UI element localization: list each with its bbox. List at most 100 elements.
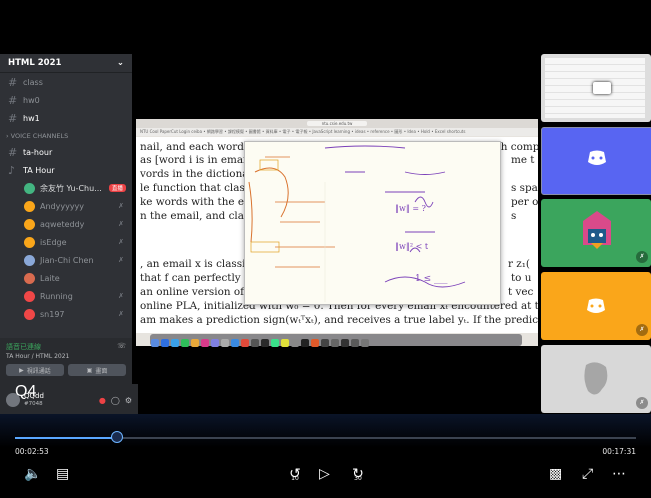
avatar-sketch-icon xyxy=(584,362,608,395)
participant-tile[interactable] xyxy=(541,127,651,195)
skip-back-label: 10 xyxy=(291,475,299,482)
screen-share-button[interactable]: ▣ 畫面 xyxy=(68,364,126,376)
paper-line: , an email x is classifie xyxy=(140,258,259,270)
paper-fragment: r z₁( xyxy=(508,258,530,270)
skip-back-button[interactable]: ↺ 10 xyxy=(285,466,305,482)
chevron-down-icon: ⌄ xyxy=(116,58,124,68)
paper-fragment: s xyxy=(511,210,517,222)
channel-hw0[interactable]: # hw0 xyxy=(0,91,132,109)
mute-icon: ✗ xyxy=(118,238,124,246)
user-tag: #7048 xyxy=(24,401,43,407)
paper-line: le function that classifi xyxy=(140,182,261,194)
avatar-house-icon xyxy=(583,211,611,249)
server-name: HTML 2021 xyxy=(8,58,62,68)
paper-line: ke words with the em xyxy=(140,196,254,208)
total-time: 00:17:31 xyxy=(602,447,636,456)
captions-icon[interactable]: ▤ xyxy=(56,466,69,482)
participant-tile[interactable] xyxy=(541,54,651,122)
video-frame: HTML 2021 ⌄ # class # hw0 # hw1 › VOICE CHA… xyxy=(0,0,651,425)
more-options-icon[interactable]: ⋯ xyxy=(612,466,626,482)
volume-icon[interactable]: 🔈 xyxy=(24,466,41,482)
play-button[interactable]: ▷ xyxy=(319,466,330,482)
voice-user[interactable]: Running ✗ xyxy=(0,287,132,305)
speaker-icon: ♪ xyxy=(8,163,16,177)
overlay-label: Q4 xyxy=(15,383,37,400)
hash-icon: # xyxy=(8,145,18,159)
miniplayer-icon[interactable]: ▩ xyxy=(549,466,562,482)
seek-progress xyxy=(15,437,118,439)
participant-tile[interactable]: ✗ xyxy=(541,199,651,267)
participant-tile[interactable]: ✗ xyxy=(541,345,651,413)
paper-fragment: s spa xyxy=(511,182,538,194)
note-eq: ‖w‖ = ? xyxy=(395,204,426,213)
paper-line: an online version of P xyxy=(140,286,255,298)
voice-location: TA Hour / HTML 2021 xyxy=(6,353,70,360)
voice-user[interactable]: sn197 ✗ xyxy=(0,305,132,323)
bookmarks-bar: NTU Cool PaperCut Login ceiba • 網路學習 • 課… xyxy=(136,128,538,136)
voice-channel-ta-hour[interactable]: ♪ TA Hour xyxy=(0,161,132,179)
macos-dock xyxy=(150,334,522,347)
avatar xyxy=(24,218,35,230)
avatar xyxy=(24,290,35,302)
seek-thumb[interactable] xyxy=(111,431,124,443)
disconnect-icon[interactable]: ☏ xyxy=(117,342,126,352)
paper-line: vords in the dictionary xyxy=(140,168,260,180)
discord-logo-icon xyxy=(588,150,606,165)
voice-connected-label: 語音已連線 xyxy=(6,343,41,351)
participant-tile[interactable]: ✗ xyxy=(541,272,651,340)
mute-icon: ✗ xyxy=(636,324,648,336)
voice-user[interactable]: Andyyyyyy ✗ xyxy=(0,197,132,215)
voice-category[interactable]: › VOICE CHANNELS xyxy=(0,129,132,143)
media-player-controls: 00:02:53 00:17:31 🔈 ▤ ↺ 10 ▷ ↻ 30 ▩ ⤢ ⋯ xyxy=(0,414,651,498)
hash-icon: # xyxy=(8,93,18,107)
mute-icon: ✗ xyxy=(118,256,124,264)
paper-line: am makes a prediction sign(wₜᵀxₜ), and r… xyxy=(140,314,538,326)
mute-icon: ✗ xyxy=(118,202,124,210)
discord-logo-icon xyxy=(587,298,605,313)
mute-icon: ✗ xyxy=(118,310,124,318)
paper-fragment: t vec xyxy=(508,286,534,298)
voice-user[interactable]: Jian-Chi Chen ✗ xyxy=(0,251,132,269)
paper-line: that f can perfectly xyxy=(140,272,241,284)
mute-icon: ✗ xyxy=(118,220,124,228)
handwriting-note[interactable]: ‖w‖ = ? ‖w‖² < t 1 ≤ ___ xyxy=(244,141,501,305)
mute-icon: ✗ xyxy=(636,397,648,409)
channel-hw1[interactable]: # hw1 xyxy=(0,109,132,127)
skip-forward-button[interactable]: ↻ 30 xyxy=(348,466,368,482)
headphones-icon[interactable]: ◯ xyxy=(111,396,120,405)
fullscreen-icon[interactable]: ⤢ xyxy=(582,466,593,482)
video-button[interactable]: ▶ 視訊通話 xyxy=(6,364,64,376)
mute-icon: ✗ xyxy=(636,251,648,263)
paper-fragment: me t xyxy=(511,154,535,166)
avatar xyxy=(24,182,35,194)
paper-line: as [word i is in email xyxy=(140,154,250,166)
avatar xyxy=(24,254,35,266)
url-bar[interactable]: ntu.csie.edu.tw xyxy=(307,121,367,126)
voice-user[interactable]: 余友竹 Yu-Chu... 直播 xyxy=(0,179,132,197)
video-camera-icon xyxy=(593,82,611,94)
seek-bar[interactable] xyxy=(15,431,636,443)
mic-icon[interactable]: ● xyxy=(99,396,106,405)
server-header[interactable]: HTML 2021 ⌄ xyxy=(0,54,132,73)
paper-fragment: per o xyxy=(511,196,538,208)
hash-icon: # xyxy=(8,111,18,125)
note-eq: 1 ≤ ___ xyxy=(415,274,448,284)
avatar xyxy=(24,308,35,320)
gear-icon[interactable]: ⚙ xyxy=(125,396,132,405)
channel-ta-hour[interactable]: # ta-hour xyxy=(0,143,132,161)
screen-icon: ▣ xyxy=(86,366,93,374)
avatar xyxy=(24,272,35,284)
voice-user[interactable]: aqweteddy ✗ xyxy=(0,215,132,233)
browser-titlebar: ntu.csie.edu.tw xyxy=(136,119,538,128)
hash-icon: # xyxy=(8,75,18,89)
camera-icon: ▶ xyxy=(19,366,24,374)
voice-user[interactable]: Laite xyxy=(0,269,132,287)
paper-fragment: to u xyxy=(511,272,532,284)
current-time: 00:02:53 xyxy=(15,447,49,456)
channel-class[interactable]: # class xyxy=(0,73,132,91)
mute-icon: ✗ xyxy=(118,292,124,300)
voice-user[interactable]: isEdge ✗ xyxy=(0,233,132,251)
shared-screen: ntu.csie.edu.tw NTU Cool PaperCut Login … xyxy=(136,119,538,346)
handwriting-ink xyxy=(248,145,466,302)
avatar xyxy=(24,200,35,212)
